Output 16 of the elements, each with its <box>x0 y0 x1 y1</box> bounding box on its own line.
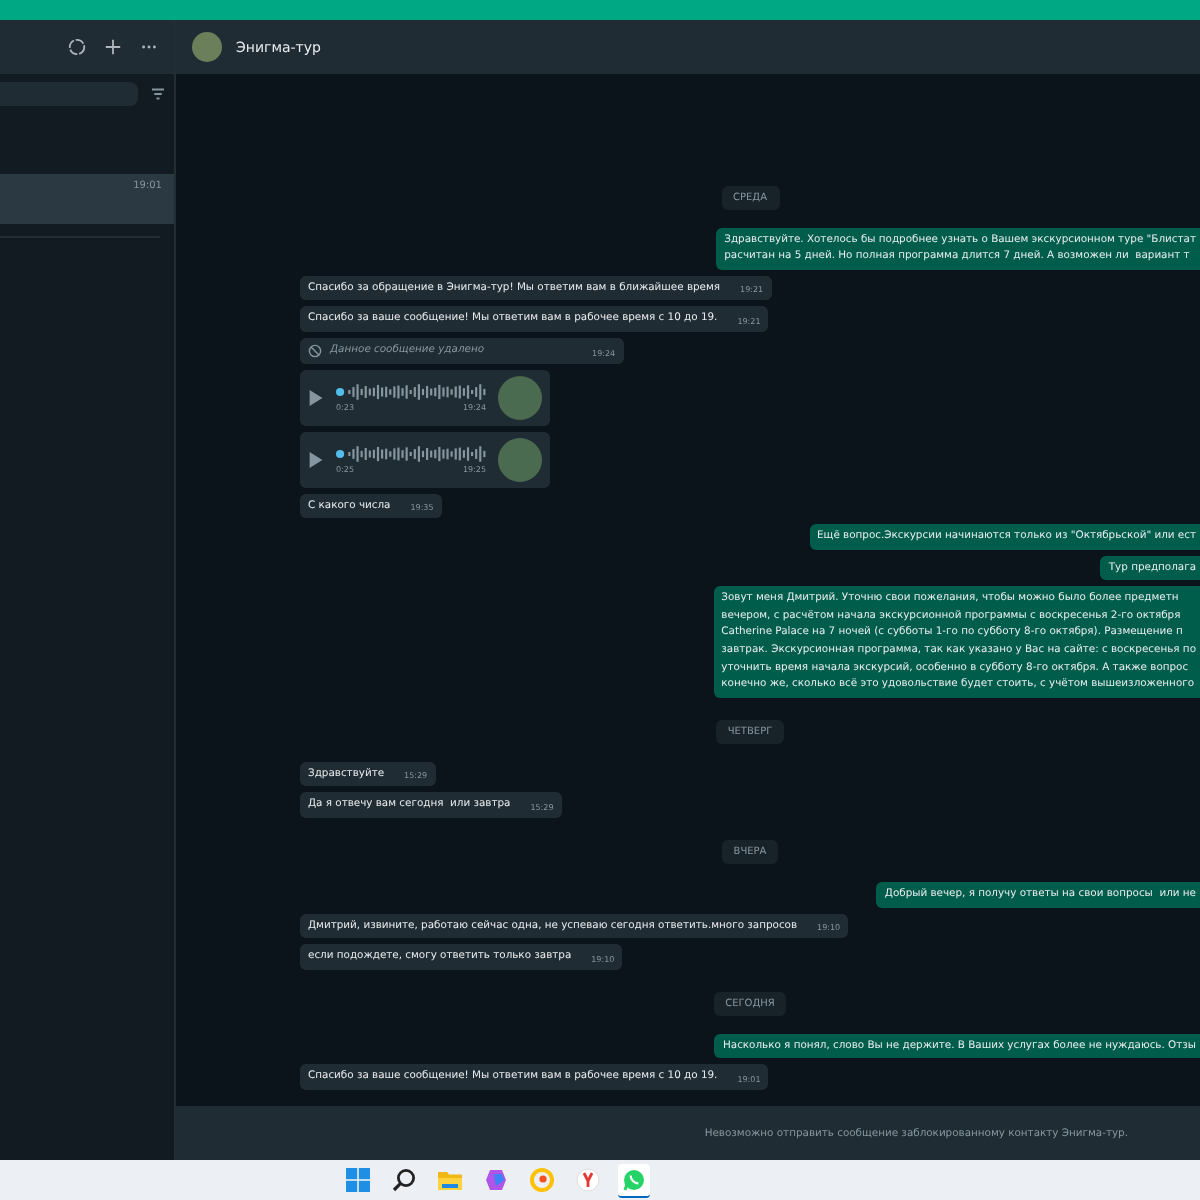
circle-logo-icon[interactable] <box>529 1167 553 1191</box>
waveform-icon[interactable] <box>336 444 486 464</box>
folder-icon[interactable] <box>437 1167 461 1191</box>
play-icon[interactable] <box>308 387 324 407</box>
sender-avatar <box>498 437 542 481</box>
filter-icon[interactable] <box>150 88 166 100</box>
windows-start-icon[interactable] <box>345 1167 369 1191</box>
browser-icon[interactable] <box>575 1167 599 1191</box>
sender-avatar <box>498 375 542 419</box>
plus-icon[interactable] <box>104 38 122 56</box>
contact-avatar[interactable] <box>192 32 222 62</box>
waveform-icon[interactable] <box>336 382 486 402</box>
blocked-icon <box>308 343 322 358</box>
play-icon[interactable] <box>308 449 324 469</box>
status-icon[interactable] <box>68 38 86 56</box>
search-icon[interactable] <box>391 1167 415 1191</box>
